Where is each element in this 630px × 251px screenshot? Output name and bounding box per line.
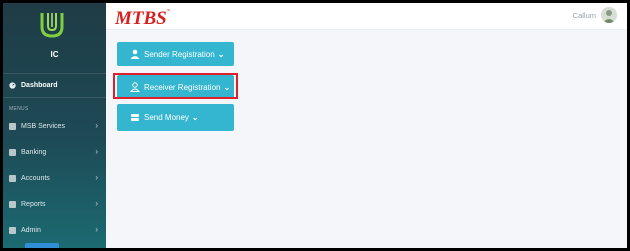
button-label: Sender Registration bbox=[144, 49, 215, 59]
msb-services-icon bbox=[9, 122, 16, 130]
sidebar-scroll-indicator bbox=[25, 243, 59, 248]
send-money-button[interactable]: Send Money ⌄ bbox=[117, 104, 234, 131]
chevron-right-icon: › bbox=[95, 121, 98, 130]
sidebar-divider bbox=[3, 97, 106, 98]
sidebar-item-label: Dashboard bbox=[21, 81, 58, 89]
sidebar-item-accounts[interactable]: Accounts › bbox=[3, 170, 106, 186]
sidebar-item-label: Reports bbox=[21, 200, 46, 208]
reports-icon bbox=[9, 200, 16, 208]
sidebar-item-label: Admin bbox=[21, 226, 41, 234]
avatar[interactable] bbox=[601, 7, 617, 23]
menus-section-label: MENUS bbox=[9, 106, 29, 112]
sidebar-item-admin[interactable]: Admin › bbox=[3, 222, 106, 238]
dashboard-icon bbox=[9, 81, 16, 89]
svg-text:™: ™ bbox=[166, 8, 170, 13]
sidebar-divider bbox=[3, 73, 106, 74]
button-label: Send Money bbox=[144, 113, 189, 122]
sender-registration-button[interactable]: Sender Registration ⌄ bbox=[117, 42, 234, 66]
chevron-down-icon: ⌄ bbox=[191, 113, 199, 122]
money-icon bbox=[130, 113, 140, 123]
chevron-right-icon: › bbox=[95, 225, 98, 234]
selection-highlight bbox=[113, 73, 238, 99]
brand-logo[interactable]: MTBS ™ bbox=[113, 6, 173, 29]
chevron-right-icon: › bbox=[95, 147, 98, 156]
org-name: IC bbox=[50, 50, 59, 59]
chevron-right-icon: › bbox=[95, 199, 98, 208]
top-bar: MTBS ™ Callum bbox=[106, 3, 627, 30]
sidebar-item-dashboard[interactable]: Dashboard bbox=[3, 77, 106, 93]
sidebar-item-label: MSB Services bbox=[21, 122, 65, 130]
banking-icon bbox=[9, 148, 16, 156]
sidebar-item-label: Banking bbox=[21, 148, 47, 156]
brand-text: MTBS bbox=[114, 8, 167, 28]
chevron-right-icon: › bbox=[95, 173, 98, 182]
app-window: IC Dashboard MENUS MSB Services › Bankin… bbox=[3, 3, 627, 248]
main-content: Sender Registration ⌄ Receiver Registrat… bbox=[106, 30, 627, 248]
sidebar: IC Dashboard MENUS MSB Services › Bankin… bbox=[3, 3, 106, 248]
chevron-down-icon: ⌄ bbox=[217, 49, 225, 59]
sidebar-item-banking[interactable]: Banking › bbox=[3, 144, 106, 160]
sidebar-item-reports[interactable]: Reports › bbox=[3, 196, 106, 212]
app-logo[interactable] bbox=[37, 10, 67, 40]
sidebar-item-label: Accounts bbox=[21, 174, 50, 182]
sidebar-item-msb-services[interactable]: MSB Services › bbox=[3, 118, 106, 134]
user-icon bbox=[130, 49, 140, 59]
admin-icon bbox=[9, 226, 16, 234]
user-menu[interactable]: Callum bbox=[573, 7, 617, 23]
user-name: Callum bbox=[572, 10, 596, 20]
accounts-icon bbox=[9, 174, 16, 182]
